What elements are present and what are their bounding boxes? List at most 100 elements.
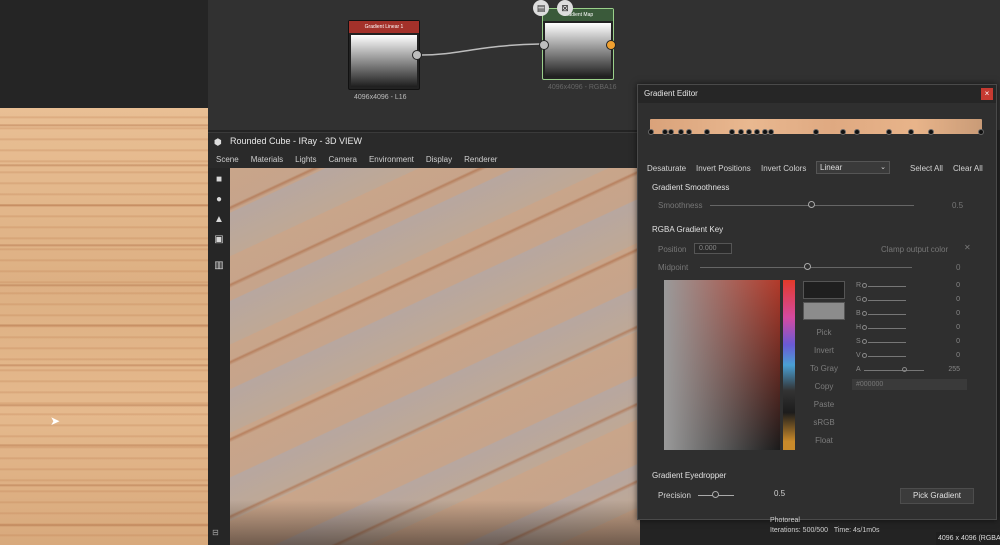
node-caption: 4096x4096 - RGBA16 [548,84,617,91]
menu-display[interactable]: Display [426,155,452,164]
precision-slider-handle[interactable] [712,491,719,498]
iterations-text: Iterations: 500/500 [770,527,828,534]
eyedropper-section-title: Gradient Eyedropper [652,471,727,480]
float-button[interactable]: Float [804,436,844,445]
node-title: Gradient Map [543,9,613,21]
gradient-stop[interactable] [704,129,710,135]
camera-icon[interactable]: ■ [212,174,226,186]
desaturate-button[interactable]: Desaturate [647,164,686,173]
gradient-stop[interactable] [648,129,654,135]
gradient-stop[interactable] [813,129,819,135]
cube-icon: ⬢ [214,137,222,147]
gradient-stop[interactable] [768,129,774,135]
smoothness-label: Smoothness [658,201,703,210]
channel-s-value: 0 [956,338,960,345]
gradient-stop[interactable] [854,129,860,135]
channel-b-handle[interactable] [862,311,867,316]
environment-icon[interactable]: ▲ [212,214,226,226]
position-input[interactable]: 0.000 [694,243,732,254]
gradient-stop[interactable] [928,129,934,135]
select-all-button[interactable]: Select All [910,164,943,173]
channel-v-label: V [856,352,861,359]
clamp-checkbox-icon[interactable]: ✕ [964,243,971,252]
channel-g-handle[interactable] [862,297,867,302]
gradient-stop[interactable] [738,129,744,135]
pick-button[interactable]: Pick [804,328,844,337]
precision-value: 0.5 [774,489,786,498]
resolution-label: 4096 x 4096 (RGBA, 16bpc) [936,532,1000,545]
gradient-map-node[interactable]: Gradient Map [542,8,614,80]
channel-s-slider[interactable] [868,342,906,343]
output-port[interactable] [606,40,616,50]
menu-materials[interactable]: Materials [251,155,283,164]
channel-v-handle[interactable] [862,353,867,358]
render-status: Photoreal Iterations: 500/500 Time: 4s/1… [770,516,879,536]
gradient-stop[interactable] [978,129,984,135]
channel-r-handle[interactable] [862,283,867,288]
invert-positions-button[interactable]: Invert Positions [696,164,751,173]
channel-r-slider[interactable] [868,286,906,287]
3d-view-menu: Scene Materials Lights Camera Environmen… [216,155,509,164]
channel-a-slider[interactable] [864,370,924,371]
node-thumbnail [545,23,611,77]
channel-h-handle[interactable] [862,325,867,330]
gradient-stop[interactable] [729,129,735,135]
3d-viewport[interactable] [230,168,640,545]
interpolation-select[interactable]: Linear ⌄ [816,161,890,174]
input-port[interactable] [539,40,549,50]
menu-scene[interactable]: Scene [216,155,239,164]
copy-button[interactable]: Copy [804,382,844,391]
editor-title: Gradient Editor [644,89,698,98]
chevron-down-icon: ⌄ [880,164,886,171]
channel-v-value: 0 [956,352,960,359]
menu-environment[interactable]: Environment [369,155,414,164]
menu-camera[interactable]: Camera [329,155,357,164]
node-icon-a[interactable]: ▤ [533,0,549,16]
hue-slider[interactable] [783,280,795,450]
pick-gradient-button[interactable]: Pick Gradient [900,488,974,504]
texture-2d-view[interactable] [0,108,208,545]
color-picker-square[interactable] [664,280,780,450]
paste-button[interactable]: Paste [804,400,844,409]
channel-b-value: 0 [956,310,960,317]
channel-v-slider[interactable] [868,356,906,357]
stats-icon[interactable]: ▥ [212,260,226,272]
smoothness-slider-handle[interactable] [808,201,815,208]
gradient-stop[interactable] [840,129,846,135]
settings-icon[interactable]: ⊟ [212,528,219,537]
clear-all-button[interactable]: Clear All [953,164,983,173]
gradient-stop[interactable] [908,129,914,135]
clamp-output-label: Clamp output color [881,245,949,254]
menu-lights[interactable]: Lights [295,155,316,164]
gradient-stop[interactable] [686,129,692,135]
gradient-stop[interactable] [754,129,760,135]
node-icon-b[interactable]: ⊠ [557,0,573,16]
midpoint-slider-handle[interactable] [804,263,811,270]
gradient-stop[interactable] [668,129,674,135]
channel-g-slider[interactable] [868,300,906,301]
hex-color-input[interactable]: #000000 [852,379,967,390]
channel-a-label: A [856,366,861,373]
channel-h-label: H [856,324,862,331]
precision-label: Precision [658,491,691,500]
channel-s-handle[interactable] [862,339,867,344]
srgb-button[interactable]: sRGB [804,418,844,427]
invert-button[interactable]: Invert [804,346,844,355]
render-progress: Iterations: 500/500 Time: 4s/1m0s [770,526,879,536]
close-button[interactable]: × [981,88,993,100]
previous-color-swatch [803,302,845,320]
light-icon[interactable]: ● [212,194,226,206]
gradient-linear-node[interactable]: Gradient Linear 1 [348,20,420,90]
screenshot-icon[interactable]: ▣ [212,234,226,246]
gradient-stop[interactable] [886,129,892,135]
gradient-stop[interactable] [746,129,752,135]
channel-h-slider[interactable] [868,328,906,329]
invert-colors-button[interactable]: Invert Colors [761,164,806,173]
channel-a-handle[interactable] [902,367,907,372]
channel-a-value: 255 [948,366,960,373]
channel-b-slider[interactable] [868,314,906,315]
to-gray-button[interactable]: To Gray [804,364,844,373]
mouse-cursor-icon: ➤ [50,414,61,428]
gradient-stop[interactable] [678,129,684,135]
menu-renderer[interactable]: Renderer [464,155,497,164]
